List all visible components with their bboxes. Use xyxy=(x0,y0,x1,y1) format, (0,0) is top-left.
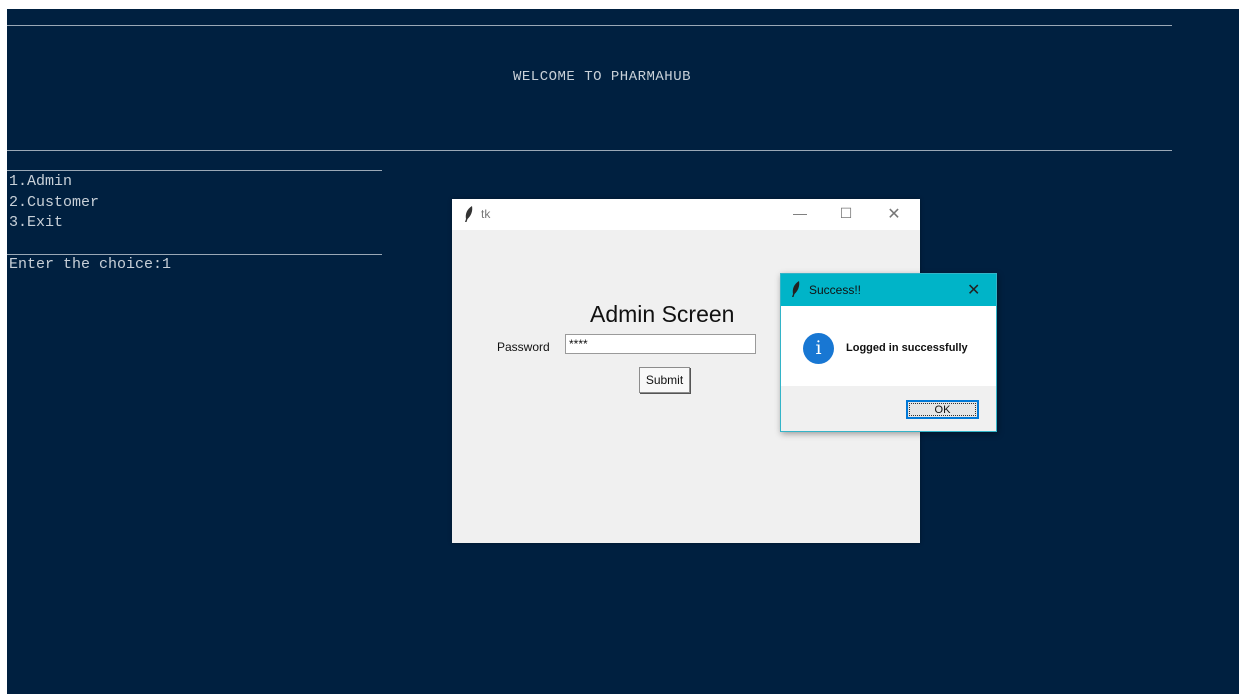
password-label: Password xyxy=(497,340,550,354)
banner-bottom-rule xyxy=(7,150,1172,151)
maximize-icon[interactable]: ☐ xyxy=(836,205,856,222)
tk-window-title: tk xyxy=(481,207,491,221)
submit-button[interactable]: Submit xyxy=(639,367,690,393)
tk-titlebar[interactable]: tk — ☐ ✕ xyxy=(452,199,920,230)
info-icon: i xyxy=(803,333,834,364)
minimize-icon[interactable]: — xyxy=(790,205,810,221)
password-input[interactable] xyxy=(565,334,756,354)
message-titlebar[interactable]: Success!! ✕ xyxy=(781,274,996,306)
menu-top-rule xyxy=(7,170,382,171)
ok-button[interactable]: OK xyxy=(906,400,979,419)
message-body: i Logged in successfully xyxy=(781,306,996,386)
feather-icon xyxy=(464,206,474,225)
message-title: Success!! xyxy=(809,283,862,297)
menu-item-exit: 3.Exit xyxy=(9,214,64,231)
close-icon[interactable]: ✕ xyxy=(967,280,980,300)
message-text: Logged in successfully xyxy=(846,342,968,354)
success-message-box: Success!! ✕ i Logged in successfully OK xyxy=(780,273,997,432)
menu-item-admin: 1.Admin xyxy=(9,173,73,190)
close-icon[interactable]: ✕ xyxy=(884,204,904,224)
admin-screen-heading: Admin Screen xyxy=(590,301,735,327)
menu-item-customer: 2.Customer xyxy=(9,194,100,211)
feather-icon xyxy=(791,281,801,300)
banner-top-rule xyxy=(7,25,1172,26)
choice-prompt[interactable]: Enter the choice:1 xyxy=(9,255,171,275)
welcome-banner: WELCOME TO PHARMAHUB xyxy=(512,69,692,85)
